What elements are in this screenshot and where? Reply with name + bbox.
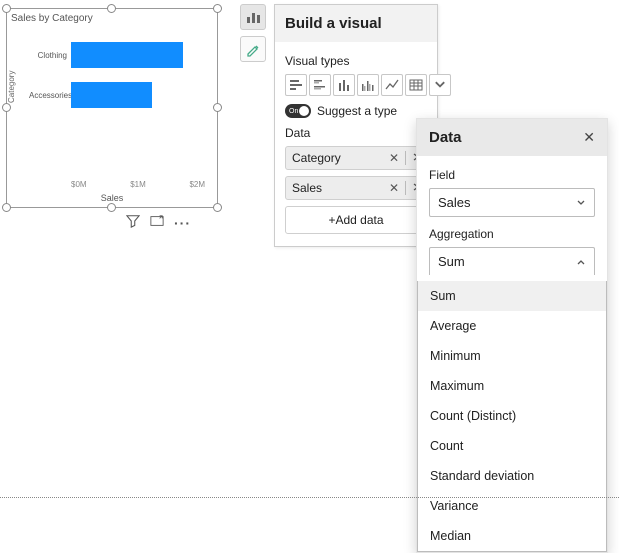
field-label: Field xyxy=(429,168,595,182)
chart-plot: Clothing Accessories xyxy=(29,35,209,175)
focus-mode-icon[interactable] xyxy=(150,214,164,231)
resize-handle-e[interactable] xyxy=(213,103,222,112)
page-boundary xyxy=(0,497,619,498)
resize-handle-sw[interactable] xyxy=(2,203,11,212)
table-icon[interactable] xyxy=(405,74,427,96)
clustered-column-icon[interactable] xyxy=(357,74,379,96)
visual-types-label: Visual types xyxy=(285,54,427,68)
format-visual-button[interactable] xyxy=(240,36,266,62)
visual-types-row xyxy=(285,74,427,96)
chart-title: Sales by Category xyxy=(11,13,213,24)
x-axis-label: Sales xyxy=(11,193,213,203)
divider xyxy=(405,181,406,195)
bar xyxy=(71,82,152,108)
aggregation-dropdown: Sum Average Minimum Maximum Count (Disti… xyxy=(417,281,607,552)
suggest-type-toggle[interactable]: On xyxy=(285,104,311,118)
aggregation-option[interactable]: Count xyxy=(418,431,606,461)
field-select[interactable]: Sales xyxy=(429,188,595,217)
aggregation-label: Aggregation xyxy=(429,227,595,241)
aggregation-option[interactable]: Average xyxy=(418,311,606,341)
line-icon[interactable] xyxy=(381,74,403,96)
resize-handle-se[interactable] xyxy=(213,203,222,212)
tick: $1M xyxy=(130,180,146,189)
aggregation-select-value: Sum xyxy=(438,254,465,269)
aggregation-option[interactable]: Sum xyxy=(418,281,606,311)
build-panel-header: Build a visual xyxy=(275,5,437,42)
aggregation-option[interactable]: Maximum xyxy=(418,371,606,401)
clustered-bar-icon[interactable] xyxy=(309,74,331,96)
aggregation-option[interactable]: Variance xyxy=(418,491,606,521)
stacked-bar-icon[interactable] xyxy=(285,74,307,96)
bar-label: Accessories xyxy=(29,91,71,100)
aggregation-option[interactable]: Minimum xyxy=(418,341,606,371)
chevron-down-icon xyxy=(576,198,586,208)
close-icon[interactable]: ✕ xyxy=(583,129,595,146)
field-pill-label: Category xyxy=(292,151,341,165)
column-icon[interactable] xyxy=(333,74,355,96)
bar xyxy=(71,42,183,68)
tick: $0M xyxy=(71,180,87,189)
remove-field-icon[interactable]: ✕ xyxy=(389,151,399,165)
data-popup-header: Data ✕ xyxy=(417,119,607,156)
data-section-label: Data xyxy=(285,126,427,140)
data-popup: Data ✕ Field Sales Aggregation Sum Sum A… xyxy=(416,118,608,553)
filter-icon[interactable] xyxy=(126,214,140,231)
tick: $2M xyxy=(189,180,205,189)
toggle-knob xyxy=(299,106,309,116)
field-select-value: Sales xyxy=(438,195,471,210)
field-pill-label: Sales xyxy=(292,181,322,195)
toggle-on-label: On xyxy=(286,108,298,115)
chart-visual[interactable]: Sales by Category Category Clothing Acce… xyxy=(6,8,218,208)
aggregation-option[interactable]: Count (Distinct) xyxy=(418,401,606,431)
x-axis-ticks: $0M $1M $2M xyxy=(71,180,205,189)
visual-toolbar: ··· xyxy=(126,214,191,231)
suggest-type-label: Suggest a type xyxy=(317,104,397,118)
add-data-button[interactable]: +Add data xyxy=(285,206,427,234)
bar-label: Clothing xyxy=(29,51,71,60)
y-axis-label: Category xyxy=(7,71,16,103)
resize-handle-n[interactable] xyxy=(107,4,116,13)
divider xyxy=(405,151,406,165)
aggregation-option[interactable]: Median xyxy=(418,521,606,551)
resize-handle-nw[interactable] xyxy=(2,4,11,13)
suggest-type-row: On Suggest a type xyxy=(285,104,427,118)
build-visual-panel: Build a visual Visual types On Suggest a… xyxy=(274,4,438,247)
chevron-up-icon xyxy=(576,257,586,267)
build-visual-button[interactable] xyxy=(240,4,266,30)
resize-handle-s[interactable] xyxy=(107,203,116,212)
field-pill-sales[interactable]: Sales ✕ xyxy=(285,176,427,200)
chart-area: Sales by Category Category Clothing Acce… xyxy=(11,13,213,203)
side-icon-strip xyxy=(240,4,266,62)
data-popup-title: Data xyxy=(429,129,462,146)
resize-handle-ne[interactable] xyxy=(213,4,222,13)
more-options-icon[interactable]: ··· xyxy=(174,215,191,231)
aggregation-option[interactable]: Standard deviation xyxy=(418,461,606,491)
aggregation-select[interactable]: Sum xyxy=(429,247,595,275)
resize-handle-w[interactable] xyxy=(2,103,11,112)
field-pill-category[interactable]: Category ✕ xyxy=(285,146,427,170)
remove-field-icon[interactable]: ✕ xyxy=(389,181,399,195)
visual-type-dropdown[interactable] xyxy=(429,74,451,96)
